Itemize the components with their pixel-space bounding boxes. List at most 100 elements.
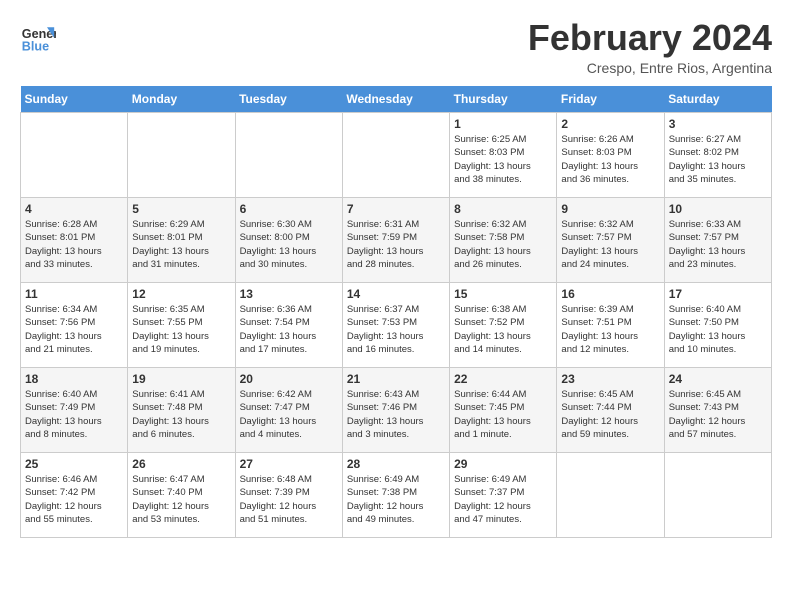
table-row — [342, 113, 449, 198]
day-info: Sunrise: 6:38 AM Sunset: 7:52 PM Dayligh… — [454, 303, 552, 356]
day-number: 4 — [25, 202, 123, 216]
day-number: 2 — [561, 117, 659, 131]
day-info: Sunrise: 6:37 AM Sunset: 7:53 PM Dayligh… — [347, 303, 445, 356]
day-info: Sunrise: 6:39 AM Sunset: 7:51 PM Dayligh… — [561, 303, 659, 356]
day-number: 29 — [454, 457, 552, 471]
day-number: 10 — [669, 202, 767, 216]
calendar-week-2: 4Sunrise: 6:28 AM Sunset: 8:01 PM Daylig… — [21, 198, 772, 283]
day-info: Sunrise: 6:45 AM Sunset: 7:43 PM Dayligh… — [669, 388, 767, 441]
header-monday: Monday — [128, 86, 235, 113]
calendar-table: Sunday Monday Tuesday Wednesday Thursday… — [20, 86, 772, 538]
day-number: 13 — [240, 287, 338, 301]
table-row — [128, 113, 235, 198]
day-number: 26 — [132, 457, 230, 471]
day-number: 20 — [240, 372, 338, 386]
day-info: Sunrise: 6:35 AM Sunset: 7:55 PM Dayligh… — [132, 303, 230, 356]
day-info: Sunrise: 6:34 AM Sunset: 7:56 PM Dayligh… — [25, 303, 123, 356]
calendar-week-5: 25 Sunrise: 6:46 AM Sunset: 7:42 PM Dayli… — [21, 453, 772, 538]
month-title: February 2024 — [528, 20, 772, 56]
day-number: 1 — [454, 117, 552, 131]
calendar-week-4: 18 Sunrise: 6:40 AM Sunset: 7:49 PM Dayli… — [21, 368, 772, 453]
day-number: 27 — [240, 457, 338, 471]
day-number: 17 — [669, 287, 767, 301]
table-row — [235, 113, 342, 198]
title-section: February 2024 Crespo, Entre Rios, Argent… — [528, 20, 772, 76]
day-info: Sunrise: 6:45 AM Sunset: 7:44 PM Dayligh… — [561, 388, 659, 441]
table-row: 22 Sunrise: 6:44 AM Sunset: 7:45 PM Dayli… — [450, 368, 557, 453]
day-number: 24 — [669, 372, 767, 386]
day-info: Sunrise: 6:43 AM Sunset: 7:46 PM Dayligh… — [347, 388, 445, 441]
day-number: 6 — [240, 202, 338, 216]
table-row: 20 Sunrise: 6:42 AM Sunset: 7:47 PM Dayli… — [235, 368, 342, 453]
table-row: 13 Sunrise: 6:36 AM Sunset: 7:54 PM Dayli… — [235, 283, 342, 368]
header-tuesday: Tuesday — [235, 86, 342, 113]
day-info: Sunrise: 6:42 AM Sunset: 7:47 PM Dayligh… — [240, 388, 338, 441]
table-row: 10 Sunrise: 6:33 AM Sunset: 7:57 PM Dayli… — [664, 198, 771, 283]
day-info: Sunrise: 6:47 AM Sunset: 7:40 PM Dayligh… — [132, 473, 230, 526]
table-row: 17 Sunrise: 6:40 AM Sunset: 7:50 PM Dayli… — [664, 283, 771, 368]
header-friday: Friday — [557, 86, 664, 113]
table-row: 9Sunrise: 6:32 AM Sunset: 7:57 PM Daylig… — [557, 198, 664, 283]
location-subtitle: Crespo, Entre Rios, Argentina — [528, 60, 772, 76]
day-info: Sunrise: 6:36 AM Sunset: 7:54 PM Dayligh… — [240, 303, 338, 356]
day-info: Sunrise: 6:46 AM Sunset: 7:42 PM Dayligh… — [25, 473, 123, 526]
day-number: 22 — [454, 372, 552, 386]
logo: General Blue — [20, 20, 56, 56]
day-info: Sunrise: 6:27 AM Sunset: 8:02 PM Dayligh… — [669, 133, 767, 186]
table-row — [557, 453, 664, 538]
table-row: 8Sunrise: 6:32 AM Sunset: 7:58 PM Daylig… — [450, 198, 557, 283]
day-info: Sunrise: 6:48 AM Sunset: 7:39 PM Dayligh… — [240, 473, 338, 526]
day-info: Sunrise: 6:31 AM Sunset: 7:59 PM Dayligh… — [347, 218, 445, 271]
header-thursday: Thursday — [450, 86, 557, 113]
header-wednesday: Wednesday — [342, 86, 449, 113]
table-row: 26 Sunrise: 6:47 AM Sunset: 7:40 PM Dayli… — [128, 453, 235, 538]
table-row: 15 Sunrise: 6:38 AM Sunset: 7:52 PM Dayli… — [450, 283, 557, 368]
calendar-header-row: Sunday Monday Tuesday Wednesday Thursday… — [21, 86, 772, 113]
table-row: 12 Sunrise: 6:35 AM Sunset: 7:55 PM Dayli… — [128, 283, 235, 368]
table-row: 1 Sunrise: 6:25 AM Sunset: 8:03 PM Daylig… — [450, 113, 557, 198]
day-number: 12 — [132, 287, 230, 301]
table-row: 27 Sunrise: 6:48 AM Sunset: 7:39 PM Dayli… — [235, 453, 342, 538]
day-number: 25 — [25, 457, 123, 471]
day-info: Sunrise: 6:49 AM Sunset: 7:38 PM Dayligh… — [347, 473, 445, 526]
day-info: Sunrise: 6:26 AM Sunset: 8:03 PM Dayligh… — [561, 133, 659, 186]
day-info: Sunrise: 6:32 AM Sunset: 7:57 PM Dayligh… — [561, 218, 659, 271]
day-number: 18 — [25, 372, 123, 386]
header-saturday: Saturday — [664, 86, 771, 113]
day-number: 16 — [561, 287, 659, 301]
day-number: 19 — [132, 372, 230, 386]
table-row — [21, 113, 128, 198]
table-row: 6 Sunrise: 6:30 AM Sunset: 8:00 PM Daylig… — [235, 198, 342, 283]
day-info: Sunrise: 6:25 AM Sunset: 8:03 PM Dayligh… — [454, 133, 552, 186]
table-row: 11 Sunrise: 6:34 AM Sunset: 7:56 PM Dayli… — [21, 283, 128, 368]
table-row: 19Sunrise: 6:41 AM Sunset: 7:48 PM Dayli… — [128, 368, 235, 453]
table-row: 14 Sunrise: 6:37 AM Sunset: 7:53 PM Dayli… — [342, 283, 449, 368]
table-row: 4Sunrise: 6:28 AM Sunset: 8:01 PM Daylig… — [21, 198, 128, 283]
header-sunday: Sunday — [21, 86, 128, 113]
day-number: 14 — [347, 287, 445, 301]
table-row: 7 Sunrise: 6:31 AM Sunset: 7:59 PM Daylig… — [342, 198, 449, 283]
table-row — [664, 453, 771, 538]
day-number: 23 — [561, 372, 659, 386]
day-number: 3 — [669, 117, 767, 131]
calendar-week-1: 1 Sunrise: 6:25 AM Sunset: 8:03 PM Daylig… — [21, 113, 772, 198]
header: General Blue February 2024 Crespo, Entre… — [20, 20, 772, 76]
table-row: 3 Sunrise: 6:27 AM Sunset: 8:02 PM Daylig… — [664, 113, 771, 198]
day-number: 5 — [132, 202, 230, 216]
day-number: 7 — [347, 202, 445, 216]
table-row: 24 Sunrise: 6:45 AM Sunset: 7:43 PM Dayli… — [664, 368, 771, 453]
svg-text:Blue: Blue — [22, 40, 49, 54]
day-number: 28 — [347, 457, 445, 471]
day-info: Sunrise: 6:33 AM Sunset: 7:57 PM Dayligh… — [669, 218, 767, 271]
logo-icon: General Blue — [20, 20, 56, 56]
day-info: Sunrise: 6:29 AM Sunset: 8:01 PM Dayligh… — [132, 218, 230, 271]
day-info: Sunrise: 6:44 AM Sunset: 7:45 PM Dayligh… — [454, 388, 552, 441]
day-number: 15 — [454, 287, 552, 301]
day-info: Sunrise: 6:40 AM Sunset: 7:50 PM Dayligh… — [669, 303, 767, 356]
day-number: 11 — [25, 287, 123, 301]
table-row: 5 Sunrise: 6:29 AM Sunset: 8:01 PM Daylig… — [128, 198, 235, 283]
day-info: Sunrise: 6:30 AM Sunset: 8:00 PM Dayligh… — [240, 218, 338, 271]
table-row: 16 Sunrise: 6:39 AM Sunset: 7:51 PM Dayli… — [557, 283, 664, 368]
table-row: 21Sunrise: 6:43 AM Sunset: 7:46 PM Dayli… — [342, 368, 449, 453]
day-info: Sunrise: 6:40 AM Sunset: 7:49 PM Dayligh… — [25, 388, 123, 441]
